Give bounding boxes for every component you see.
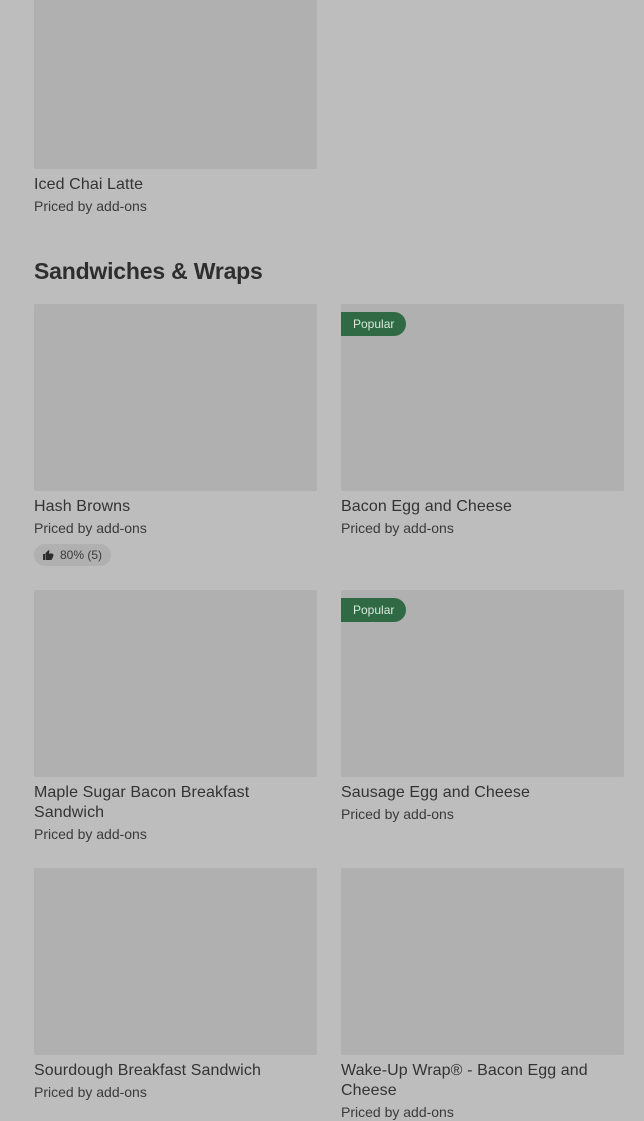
menu-item-image (341, 868, 624, 1055)
menu-item-name: Bacon Egg and Cheese (341, 498, 513, 515)
rating-text: 80% (5) (60, 548, 103, 562)
menu-item-image (34, 304, 317, 491)
thumbs-up-icon (43, 550, 54, 560)
menu-item-image: Popular (341, 590, 624, 777)
menu-item-price: Priced by add-ons (341, 1104, 454, 1120)
menu-item-image (34, 0, 317, 169)
menu-item-name: Maple Sugar Bacon Breakfast Sandwich (34, 784, 250, 821)
menu-item-card-wake-up-wrap[interactable]: Wake-Up Wrap® - Bacon Egg and Cheese Pri… (341, 868, 624, 1121)
menu-item-price: Priced by add-ons (341, 806, 454, 822)
menu-item-card-iced-chai-latte[interactable]: Iced Chai Latte Priced by add-ons (34, 0, 317, 215)
menu-item-card-maple-sugar-bacon-breakfast-sandwich[interactable]: Maple Sugar Bacon Breakfast Sandwich Pri… (34, 590, 317, 843)
section-title: Sandwiches & Wraps (34, 258, 263, 284)
menu-item-card-bacon-egg-and-cheese[interactable]: Popular Bacon Egg and Cheese Priced by a… (341, 304, 624, 537)
menu-item-name: Wake-Up Wrap® - Bacon Egg and Cheese (341, 1062, 588, 1099)
menu-item-price: Priced by add-ons (34, 826, 147, 842)
menu-item-card-sausage-egg-and-cheese[interactable]: Popular Sausage Egg and Cheese Priced by… (341, 590, 624, 823)
menu-item-price: Priced by add-ons (341, 520, 454, 536)
menu-item-name: Sourdough Breakfast Sandwich (34, 1062, 261, 1079)
menu-item-card-sourdough-breakfast-sandwich[interactable]: Sourdough Breakfast Sandwich Priced by a… (34, 868, 317, 1101)
menu-item-name: Hash Browns (34, 498, 131, 515)
menu-item-image (34, 868, 317, 1055)
rating-badge: 80% (5) (34, 544, 112, 566)
menu-item-image (34, 590, 317, 777)
menu-item-image: Popular (341, 304, 624, 491)
popular-badge: Popular (341, 312, 407, 336)
menu-item-price: Priced by add-ons (34, 520, 147, 536)
menu-item-price: Priced by add-ons (34, 1084, 147, 1100)
menu-item-name: Sausage Egg and Cheese (341, 784, 531, 801)
menu-item-name: Iced Chai Latte (34, 176, 144, 193)
popular-badge: Popular (341, 598, 407, 622)
menu-item-card-hash-browns[interactable]: Hash Browns Priced by add-ons 80% (5) (34, 304, 317, 566)
menu-item-price: Priced by add-ons (34, 198, 147, 214)
